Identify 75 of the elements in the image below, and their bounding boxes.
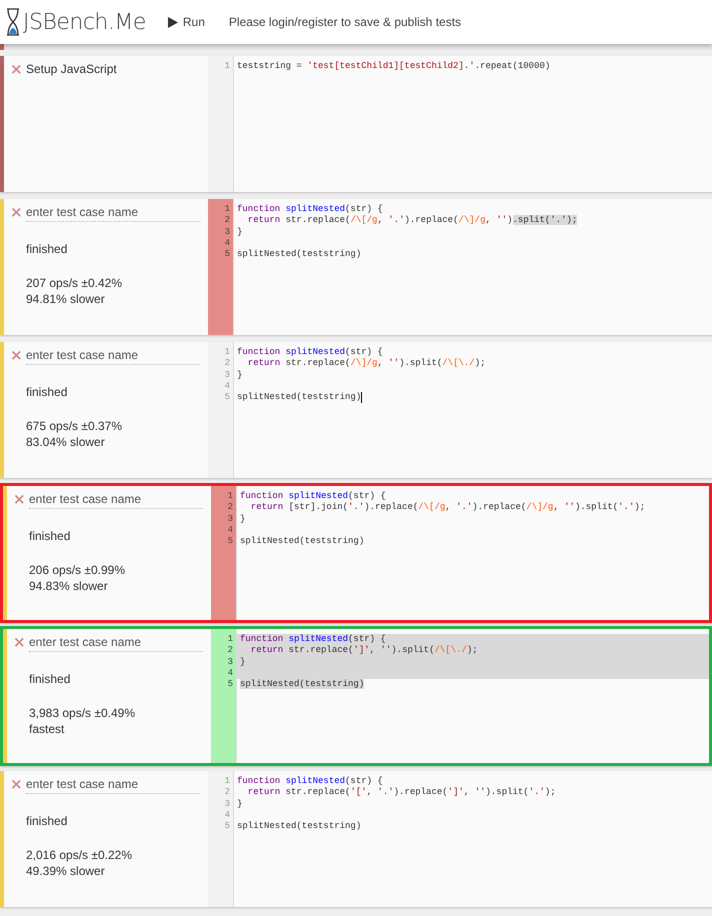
test-name-field[interactable]: enter test case name (26, 777, 200, 794)
test-name-field[interactable]: enter test case name (29, 492, 203, 509)
comparison-text: 94.81% slower (26, 292, 106, 306)
comparison-text: fastest (29, 722, 66, 736)
line-number: 1 (226, 634, 234, 646)
status-text: finished (26, 242, 68, 256)
play-icon (168, 16, 178, 28)
line-number: 3 (226, 656, 234, 668)
test-name-field[interactable]: enter test case name (29, 635, 203, 652)
code-line: } (240, 514, 246, 525)
line-number: 4 (226, 668, 234, 680)
setup-title: Setup JavaScript (26, 62, 117, 76)
line-number: 1 (226, 491, 234, 502)
delete-button[interactable]: × (13, 635, 23, 649)
code-line: } (237, 226, 242, 238)
line-number: 2 (226, 502, 234, 514)
login-notice: Please login/register to save & publish tests (228, 15, 462, 29)
ops-result: 3,983 ops/s ±0.49% (29, 706, 136, 720)
comparison-text: 49.39% slower (26, 864, 106, 878)
test-name-field[interactable]: enter test case name (26, 205, 200, 222)
code-line: } (237, 798, 242, 810)
ops-result: 207 ops/s ±0.42% (26, 276, 123, 290)
status-text: finished (29, 529, 72, 543)
ops-result: 206 ops/s ±0.99% (29, 563, 126, 577)
code-line: function splitNested(str) { (237, 347, 383, 358)
delete-button[interactable]: × (10, 348, 20, 362)
line-number: 5 (226, 679, 234, 690)
line-number: 5 (224, 821, 231, 832)
run-button[interactable]: Run (168, 15, 205, 29)
code-line: splitNested(teststring) (240, 536, 364, 548)
line-number: 5 (226, 536, 234, 548)
line-number: 1 (224, 347, 231, 358)
comparison-text: 94.83% slower (29, 579, 109, 593)
ops-result: 2,016 ops/s ±0.22% (26, 848, 133, 862)
test-name-field[interactable]: enter test case name (26, 348, 200, 365)
delete-button[interactable]: × (10, 777, 20, 791)
delete-button[interactable]: × (13, 492, 23, 506)
code-line: return str.replace(/\]/g, '').split(/\[\./); (246, 358, 486, 370)
line-number: 1 (224, 204, 231, 216)
ops-result: 675 ops/s ±0.37% (26, 419, 123, 433)
code-line: splitNested(teststring) (237, 249, 362, 260)
logo-text: JSBench.Me (23, 10, 146, 34)
line-number: 2 (224, 358, 231, 370)
hourglass-icon (6, 7, 20, 37)
line-number: 2 (226, 645, 234, 657)
code-line: return str.replace(/\[/g, '.').replace(/\]/g, '').split('.'); (246, 215, 578, 227)
line-number: 4 (226, 524, 234, 536)
line-number: 1 (224, 61, 231, 72)
status-text: finished (26, 385, 68, 399)
line-number: 5 (224, 249, 231, 260)
delete-button[interactable]: × (10, 62, 20, 76)
line-number: 2 (224, 215, 231, 227)
line-number: 3 (224, 370, 231, 381)
line-number: 4 (224, 810, 231, 822)
line-number: 5 (224, 392, 231, 404)
comparison-text: 83.04% slower (26, 435, 106, 449)
code-line: splitNested(teststring) (237, 392, 362, 404)
status-text: finished (26, 814, 68, 828)
code-line: teststring = 'test[testChild1][testChild2].'.repeat(10000) (237, 61, 550, 72)
line-number: 3 (224, 798, 231, 810)
code-line: } (237, 370, 242, 381)
code-line: function splitNested(str) { (237, 776, 383, 788)
line-number: 2 (224, 787, 231, 799)
line-number: 3 (226, 514, 234, 525)
line-number: 4 (224, 380, 231, 392)
code-line: return [str].join('.').replace(/\[/g, '.').replace(/\]/g, '').split('.'); (250, 502, 646, 514)
status-text: finished (29, 672, 72, 686)
code-line: return str.replace('[', '.').replace(']', '').split('.'); (246, 787, 556, 799)
line-number: 4 (224, 238, 231, 250)
line-number: 1 (224, 776, 231, 788)
code-line: function splitNested(str) { (240, 491, 386, 502)
code-line: function splitNested(str) { (237, 204, 383, 216)
line-number: 3 (224, 226, 231, 238)
delete-button[interactable]: × (10, 205, 20, 219)
code-line: splitNested(teststring) (237, 821, 362, 832)
